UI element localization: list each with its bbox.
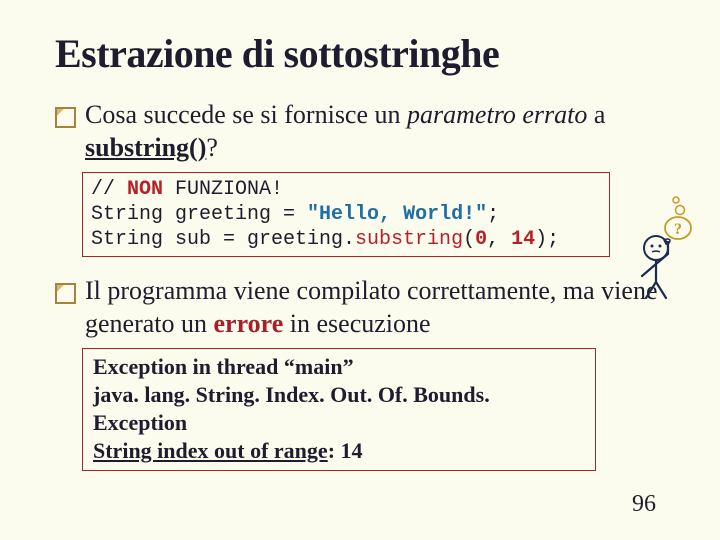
bullet-icon [55,107,76,128]
bullet-2-text: Il programma viene compilato correttamen… [85,275,665,340]
thinking-person-icon: ? [628,190,698,300]
bullet-1: Cosa succede se si fornisce un parametro… [55,99,665,164]
page-number: 96 [632,491,656,518]
exception-box: Exception in thread “main” java. lang. S… [82,348,596,471]
bullet-2: Il programma viene compilato correttamen… [55,275,665,340]
svg-text:?: ? [674,221,682,238]
bullet-icon [55,283,76,304]
code-box-1: // NON FUNZIONA! String greeting = "Hell… [82,172,610,257]
bullet-1-text: Cosa succede se si fornisce un parametro… [85,99,665,164]
slide-title: Estrazione di sottostringhe [55,30,665,77]
